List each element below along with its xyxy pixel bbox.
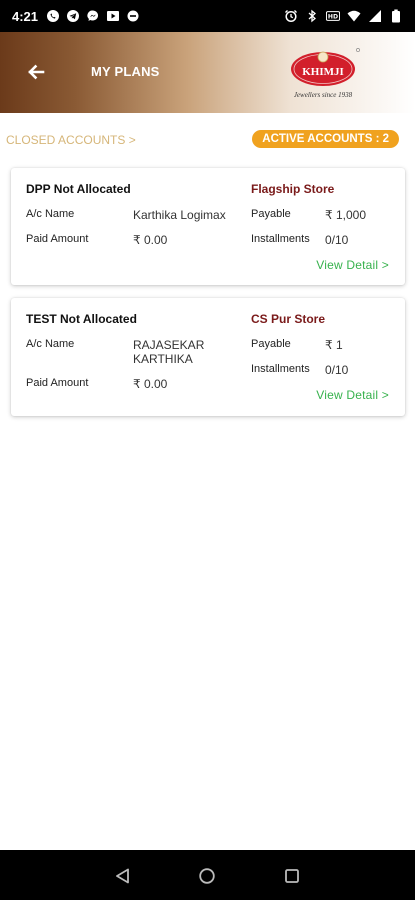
nav-recents-button[interactable]: [281, 865, 303, 887]
minus-circle-icon: [126, 9, 140, 23]
paid-amount-value: ₹ 0.00: [133, 377, 168, 391]
payable-label: Payable: [251, 208, 291, 220]
hd-icon: HD: [326, 9, 340, 23]
svg-text:HD: HD: [328, 13, 338, 20]
status-bar: 4:21 HD: [0, 0, 415, 32]
scheme-name: TEST Not Allocated: [26, 312, 137, 326]
nav-recents-icon: [285, 869, 299, 883]
payable-label: Payable: [251, 338, 291, 350]
store-name: CS Pur Store: [251, 312, 326, 326]
paid-amount-label: Paid Amount: [26, 377, 89, 389]
account-card[interactable]: DPP Not Allocated Flagship Store A/c Nam…: [11, 168, 405, 285]
tv-icon: [106, 9, 120, 23]
svg-text:KHIMJI: KHIMJI: [302, 66, 344, 78]
nav-home-button[interactable]: [196, 865, 218, 887]
view-detail-link[interactable]: View Detail >: [316, 388, 389, 402]
bluetooth-icon: [305, 9, 319, 23]
account-tabs: CLOSED ACCOUNTS > ACTIVE ACCOUNTS : 2: [0, 128, 415, 152]
signal-icon: [368, 9, 382, 23]
back-arrow-icon: [28, 64, 45, 80]
svg-text:Jewellers since 1938: Jewellers since 1938: [294, 91, 353, 99]
ac-name-value: Karthika Logimax: [133, 208, 226, 222]
installments-value: 0/10: [325, 233, 349, 247]
brand-logo: KHIMJI Jewellers since 1938: [286, 42, 366, 104]
nav-back-icon: [116, 868, 129, 884]
app-header: MY PLANS KHIMJI Jewellers since 1938: [0, 32, 415, 113]
payable-value: ₹ 1: [325, 338, 343, 352]
store-name: Flagship Store: [251, 182, 335, 196]
system-nav-bar: [0, 850, 415, 900]
installments-value: 0/10: [325, 363, 349, 377]
closed-accounts-tab[interactable]: CLOSED ACCOUNTS >: [6, 133, 136, 147]
paid-amount-value: ₹ 0.00: [133, 233, 168, 247]
installments-label: Installments: [251, 363, 310, 375]
alarm-icon: [284, 9, 298, 23]
back-button[interactable]: [22, 58, 50, 86]
installments-label: Installments: [251, 233, 310, 245]
whatsapp-icon: [46, 9, 60, 23]
ac-name-label: A/c Name: [26, 208, 75, 220]
paid-amount-label: Paid Amount: [26, 233, 89, 245]
scheme-name: DPP Not Allocated: [26, 182, 131, 196]
telegram-icon: [66, 9, 80, 23]
nav-back-button[interactable]: [112, 865, 134, 887]
battery-icon: [389, 9, 403, 23]
ac-name-value-line1: RAJASEKAR: [133, 338, 205, 352]
wifi-icon: [347, 9, 361, 23]
status-time: 4:21: [12, 8, 39, 24]
ac-name-value-line2: KARTHIKA: [133, 352, 193, 366]
active-accounts-badge[interactable]: ACTIVE ACCOUNTS : 2: [252, 130, 399, 148]
view-detail-link[interactable]: View Detail >: [316, 258, 389, 272]
messenger-icon: [86, 9, 100, 23]
page-title: MY PLANS: [91, 64, 160, 79]
ac-name-label: A/c Name: [26, 338, 75, 350]
payable-value: ₹ 1,000: [325, 208, 366, 222]
nav-home-icon: [199, 868, 215, 884]
account-card[interactable]: TEST Not Allocated CS Pur Store A/c Name…: [11, 298, 405, 416]
